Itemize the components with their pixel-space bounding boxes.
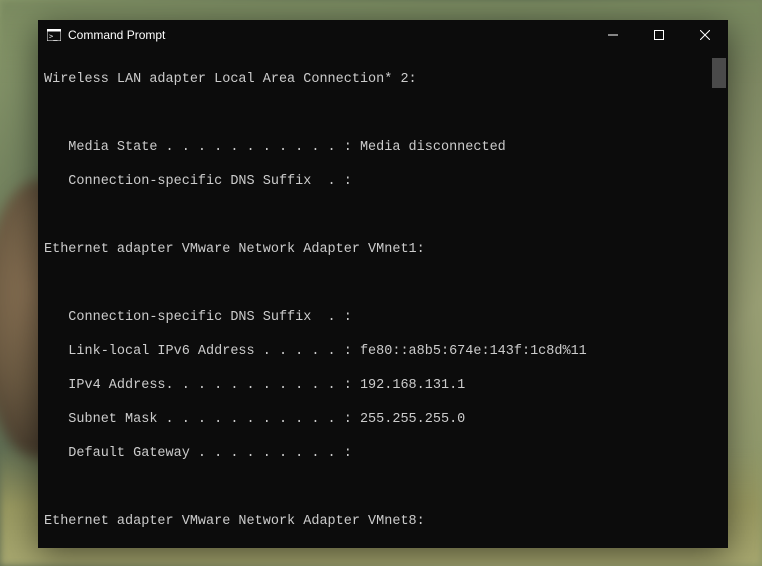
terminal-output[interactable]: Wireless LAN adapter Local Area Connecti… xyxy=(38,50,728,548)
window-controls xyxy=(590,20,728,50)
close-button[interactable] xyxy=(682,20,728,50)
maximize-icon xyxy=(654,30,664,40)
output-blank xyxy=(44,547,728,548)
scrollbar-thumb[interactable] xyxy=(712,58,726,88)
output-line: Subnet Mask . . . . . . . . . . . : 255.… xyxy=(44,411,728,428)
output-line: IPv4 Address. . . . . . . . . . . : 192.… xyxy=(44,377,728,394)
output-line: Default Gateway . . . . . . . . . : xyxy=(44,445,728,462)
output-line: Media State . . . . . . . . . . . : Medi… xyxy=(44,139,728,156)
command-prompt-window: >_ Command Prompt Wireless L xyxy=(38,20,728,548)
maximize-button[interactable] xyxy=(636,20,682,50)
output-blank xyxy=(44,275,728,292)
minimize-button[interactable] xyxy=(590,20,636,50)
output-blank xyxy=(44,479,728,496)
output-line: Wireless LAN adapter Local Area Connecti… xyxy=(44,71,728,88)
svg-text:>_: >_ xyxy=(49,33,58,41)
output-line: Ethernet adapter VMware Network Adapter … xyxy=(44,241,728,258)
output-line: Link-local IPv6 Address . . . . . : fe80… xyxy=(44,343,728,360)
output-line: Connection-specific DNS Suffix . : xyxy=(44,309,728,326)
close-icon xyxy=(700,30,710,40)
window-title: Command Prompt xyxy=(68,28,590,42)
output-line: Connection-specific DNS Suffix . : xyxy=(44,173,728,190)
output-line: Ethernet adapter VMware Network Adapter … xyxy=(44,513,728,530)
cmd-icon: >_ xyxy=(46,27,62,43)
minimize-icon xyxy=(608,30,618,40)
output-blank xyxy=(44,105,728,122)
output-blank xyxy=(44,207,728,224)
titlebar[interactable]: >_ Command Prompt xyxy=(38,20,728,50)
